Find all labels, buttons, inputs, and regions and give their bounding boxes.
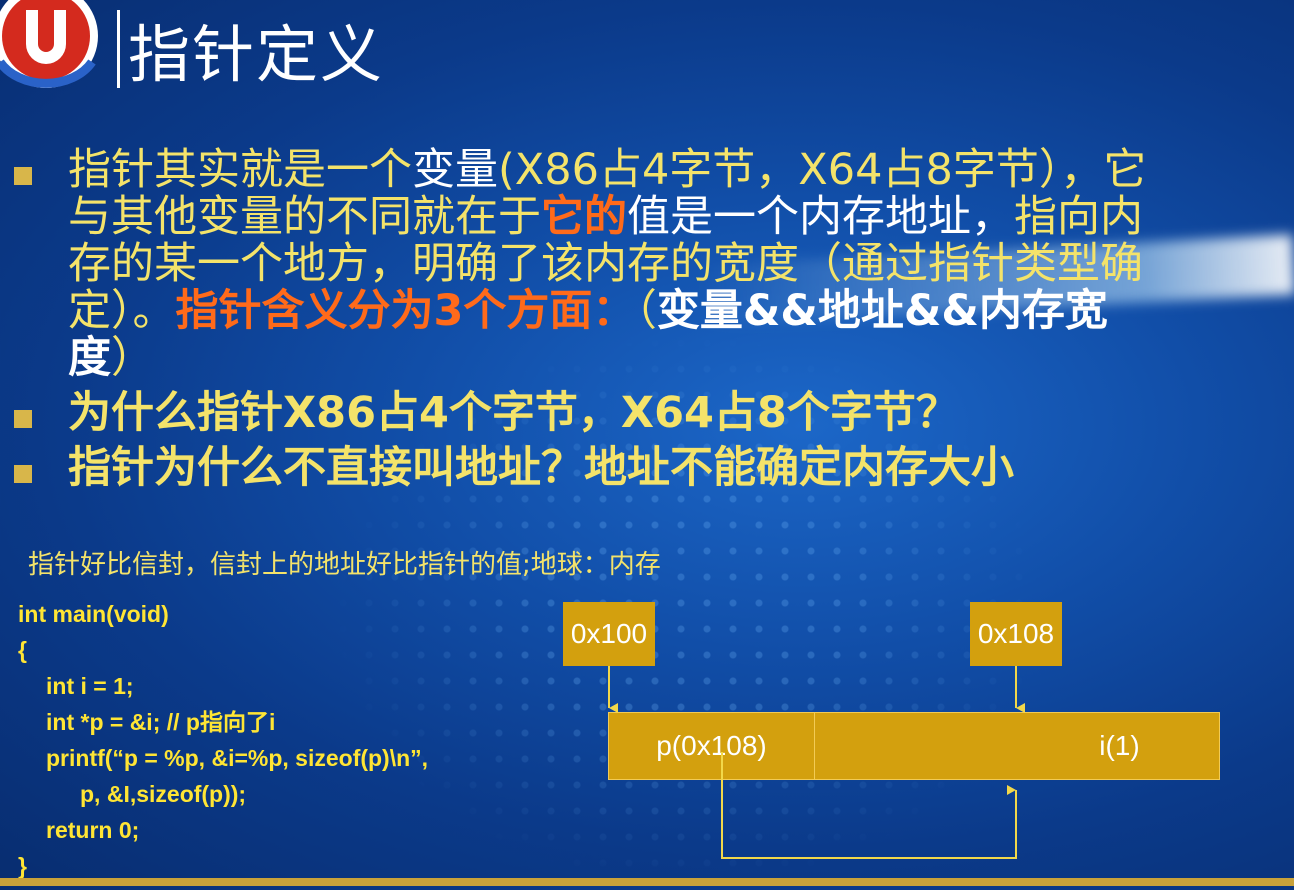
pointer-arrows [608,666,1025,859]
pointer-link-arrow [721,752,1017,859]
bottom-bar [0,878,1294,886]
